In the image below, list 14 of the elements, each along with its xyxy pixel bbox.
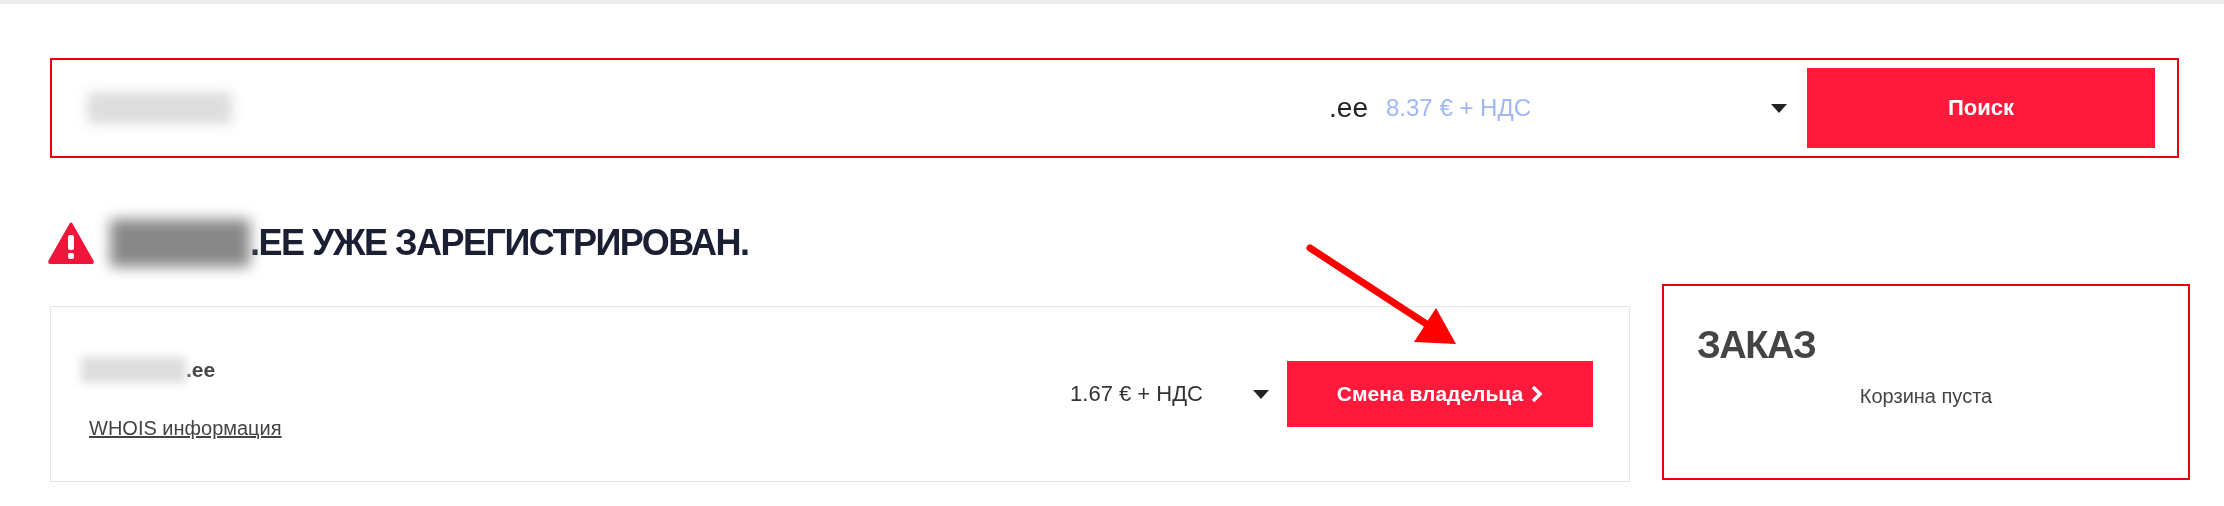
warning-icon: [48, 222, 94, 264]
search-button[interactable]: Поиск: [1807, 68, 2155, 148]
chevron-icon: [1531, 385, 1544, 403]
order-title: ЗАКАЗ: [1697, 324, 1817, 367]
price-label: 1.67 € + НДС: [1070, 381, 1203, 407]
status-heading: .EE УЖЕ ЗАРЕГИСТРИРОВАН.: [250, 222, 749, 264]
domain-name: .ee: [186, 357, 216, 382]
tld-label: .ee: [1329, 92, 1368, 124]
empty-cart-text: Корзина пуста: [1859, 385, 1993, 408]
caret-icon[interactable]: [1771, 103, 1787, 113]
price-label: 8.37 € + НДС: [1386, 94, 1531, 122]
caret-icon[interactable]: [1253, 389, 1269, 399]
whois-link[interactable]: WHOIS информация: [89, 416, 1071, 440]
change-owner-button[interactable]: Смена владельца: [1287, 361, 1593, 427]
